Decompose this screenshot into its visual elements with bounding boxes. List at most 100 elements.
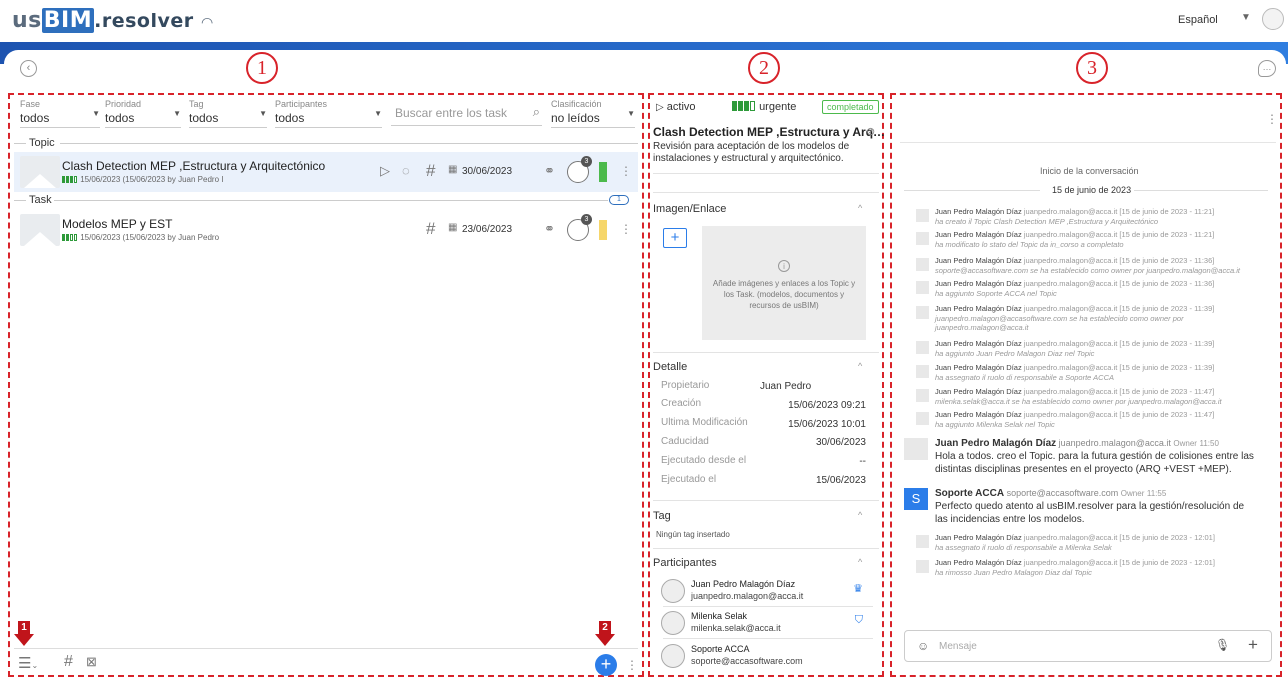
participants-count: 3 [581, 156, 592, 167]
annotation-arrow-2: 2 [595, 621, 615, 647]
avatar [904, 438, 928, 460]
spinner-icon[interactable]: ◌ [402, 163, 410, 178]
section-topic: Topic [29, 137, 55, 149]
conversation-start: Inicio de la conversación [1040, 166, 1139, 176]
account-avatar[interactable] [1262, 8, 1284, 30]
log-entry: Juan Pedro Malagón Díaz juanpedro.malago… [916, 339, 1261, 361]
topic-thumbnail [20, 156, 60, 188]
image-dropzone[interactable]: i Añade imágenes y enlaces a los Topic y… [702, 226, 866, 340]
filter-participantes[interactable]: Participantes todos ▼ [275, 98, 382, 128]
status-activo[interactable]: ▷ activo [656, 101, 696, 113]
chevron-down-icon: ▼ [92, 109, 100, 118]
emoji-icon[interactable]: ☺ [917, 639, 929, 653]
section-participantes[interactable]: Participantes [653, 557, 717, 569]
modified-value: 15/06/2023 10:01 [788, 419, 866, 430]
more-icon[interactable]: ⋮ [626, 658, 638, 672]
log-entry: Juan Pedro Malagón Díaz juanpedro.malago… [916, 558, 1261, 580]
chevron-down-icon: ▼ [259, 109, 267, 118]
message-input[interactable]: ☺ Mensaje 🎙 + [904, 630, 1272, 662]
more-icon[interactable]: ⋮ [620, 222, 632, 236]
language-select[interactable]: Español [1178, 14, 1218, 26]
avatar [661, 644, 685, 668]
assignee-avatar[interactable]: 3 [567, 214, 592, 241]
more-icon[interactable]: ⋮ [620, 164, 632, 178]
section-tag[interactable]: Tag [653, 510, 671, 522]
filter-tag[interactable]: Tag todos ▼ [189, 98, 267, 128]
participants-count: 3 [581, 214, 592, 225]
back-icon[interactable]: ‹ [20, 60, 37, 77]
log-entry: Juan Pedro Malagón Díaz juanpedro.malago… [916, 230, 1261, 252]
participant-item[interactable]: Milenka Selak milenka.selak@acca.it ⛉ [653, 608, 879, 638]
chevron-down-icon[interactable]: ▼ [1241, 12, 1251, 23]
microphone-icon[interactable]: 🎙 [1215, 638, 1230, 652]
participant-item[interactable]: Juan Pedro Malagón Díaz juanpedro.malagon… [653, 576, 879, 606]
log-entry: Juan Pedro Malagón Díaz juanpedro.malago… [916, 304, 1261, 334]
calendar-icon: ▦ [448, 222, 458, 233]
task-count-pill: 1 [609, 195, 629, 205]
list-view-icon[interactable]: ☰⌄ [18, 654, 38, 672]
executed-value: 15/06/2023 [815, 475, 866, 486]
due-value: 30/06/2023 [815, 437, 866, 448]
hash-icon[interactable]: # [64, 653, 73, 671]
add-image-button[interactable]: + [663, 228, 687, 248]
filter-prioridad[interactable]: Prioridad todos ▼ [105, 98, 181, 128]
assignee-avatar[interactable]: 3 [567, 156, 592, 183]
topic-subtitle: 15/06/2023 (15/06/2023 by Juan Pedro I [80, 175, 224, 184]
created-value: 15/06/2023 09:21 [788, 400, 866, 411]
log-entry: Juan Pedro Malagón Díaz juanpedro.malago… [916, 363, 1261, 385]
more-icon[interactable]: ⋮ [1266, 112, 1278, 126]
task-due-date: 23/06/2023 [462, 224, 513, 235]
info-icon: i [778, 260, 790, 272]
section-detalle[interactable]: Detalle [653, 361, 687, 373]
log-entry: Juan Pedro Malagón Díaz juanpedro.malago… [916, 207, 1261, 229]
chevron-down-icon: ▼ [374, 109, 382, 118]
annotation-marker-2: 2 [748, 52, 780, 84]
topic-row[interactable]: Clash Detection MEP ,Estructura y Arquit… [14, 152, 638, 192]
detail-title: Clash Detection MEP ,Estructura y Arq… [653, 125, 886, 139]
hash-icon[interactable]: # [426, 219, 435, 239]
section-image-link[interactable]: Imagen/Enlace [653, 203, 726, 215]
log-entry: Juan Pedro Malagón Díaz juanpedro.malago… [916, 410, 1261, 432]
search-input[interactable]: Buscar entre los task ⌕ [391, 100, 542, 126]
chevron-up-icon[interactable]: ^ [858, 557, 862, 567]
owner-value: Juan Pedro [760, 381, 812, 392]
no-image-icon[interactable]: ⊠ [86, 654, 97, 670]
chevron-down-icon: ▼ [627, 109, 635, 118]
conversation-date: 15 de junio de 2023 [1052, 185, 1132, 195]
link-icon[interactable]: ⚭ [544, 163, 555, 179]
chat-message: Juan Pedro Malagón Díaz juanpedro.malago… [904, 438, 1264, 482]
edit-icon[interactable]: ⊘ [866, 125, 875, 138]
log-entry: Juan Pedro Malagón Díaz juanpedro.malago… [916, 279, 1261, 301]
log-entry: Juan Pedro Malagón Díaz juanpedro.malago… [916, 256, 1261, 278]
avatar [661, 611, 685, 635]
play-icon[interactable]: ▷ [380, 163, 390, 179]
task-thumbnail [20, 214, 60, 246]
detail-description: Revisión para aceptación de los modelos … [653, 141, 850, 164]
chat-message: S Soporte ACCA soporte@accasoftware.com O… [904, 488, 1264, 532]
log-entry: Juan Pedro Malagón Díaz juanpedro.malago… [916, 533, 1261, 555]
participant-item[interactable]: Soporte ACCA soporte@accasoftware.com [653, 641, 879, 671]
state-badge[interactable]: completado [822, 100, 879, 114]
play-circle-icon: ▷ [656, 102, 664, 113]
task-title: Modelos MEP y EST [62, 217, 173, 231]
shield-icon: ⛉ [854, 614, 863, 626]
chevron-up-icon[interactable]: ^ [858, 203, 862, 213]
avatar [661, 579, 685, 603]
topic-due-date: 30/06/2023 [462, 166, 513, 177]
add-button[interactable]: + [595, 654, 617, 676]
avatar: S [904, 488, 928, 510]
chevron-up-icon[interactable]: ^ [858, 510, 862, 520]
annotation-marker-1: 1 [246, 52, 278, 84]
task-row[interactable]: Modelos MEP y EST 15/06/2023 (15/06/2023… [14, 210, 638, 250]
link-icon[interactable]: ⚭ [544, 221, 555, 237]
filter-fase[interactable]: Fase todos ▼ [20, 98, 100, 128]
chat-bubble-icon[interactable]: … [1258, 60, 1276, 77]
chevron-up-icon[interactable]: ^ [858, 361, 862, 371]
priority-urgente[interactable]: urgente [732, 101, 796, 113]
add-attachment-icon[interactable]: + [1248, 635, 1258, 655]
annotation-marker-3: 3 [1076, 52, 1108, 84]
filter-clasificacion[interactable]: Clasificación no leídos ▼ [551, 98, 635, 128]
topic-title: Clash Detection MEP ,Estructura y Arquit… [62, 159, 326, 173]
hash-icon[interactable]: # [426, 161, 435, 181]
app-logo[interactable]: usBIM .resolver ◠ [12, 8, 213, 33]
